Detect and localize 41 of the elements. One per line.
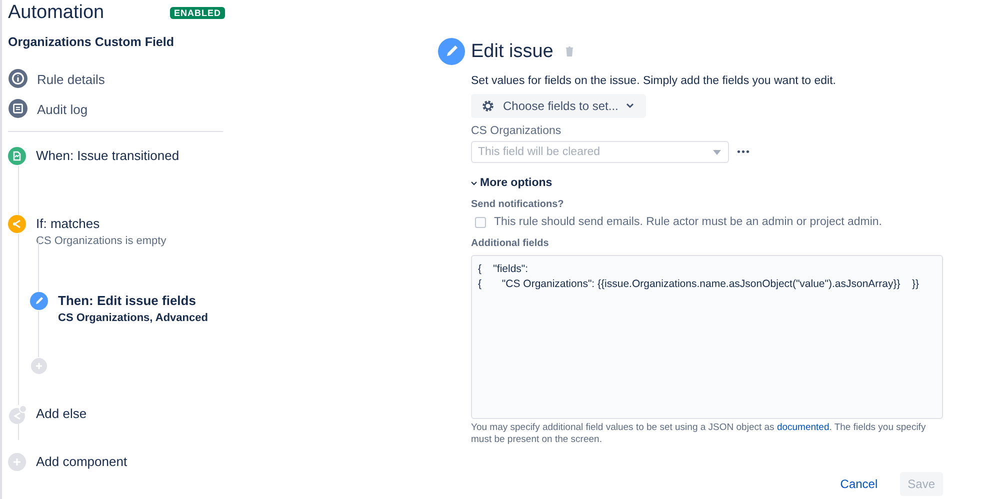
select-field[interactable]: This field will be cleared [471,141,729,163]
document-icon [8,147,26,166]
branch-icon [8,215,26,234]
chevron-down-icon [471,180,477,186]
choose-fields-button[interactable]: Choose fields to set... [471,94,646,118]
plus-icon [30,357,48,376]
panel-title: Edit issue [471,40,554,62]
trash-icon[interactable] [565,46,574,57]
component-title[interactable]: If: matches [36,216,166,231]
component-summary: CS Organizations, Advanced [58,312,208,324]
more-actions-button[interactable]: ••• [737,146,751,158]
component-title[interactable]: Add component [36,454,128,469]
info-icon [8,69,28,89]
component-summary: CS Organizations is empty [36,235,166,247]
component-title[interactable]: When: Issue transitioned [36,148,180,163]
rule-name: Organizations Custom Field [8,35,175,49]
more-options-toggle[interactable]: More options [471,177,941,189]
branch-icon [8,405,26,424]
component-title[interactable]: Add else [36,406,87,421]
section-label: Send notifications? [471,199,565,210]
status-badge: ENABLED [170,7,225,19]
component-title[interactable]: Then: Edit issue fields [58,293,208,308]
section-label: Additional fields [471,238,550,249]
cancel-button[interactable]: Cancel [832,472,886,496]
plus-icon [8,453,26,472]
settings-icon [481,99,495,113]
help-text: You may specify additional field values to be set using a JSON object as documented. The fields you specify must be present on the screen. [471,422,927,446]
field-label: CS Organizations [471,125,562,137]
chevron-down-icon [626,103,634,109]
checkbox[interactable] [475,216,486,228]
pencil-icon [30,292,48,311]
list-icon [8,99,28,119]
description: Set values for fields on the issue. Simply add the fields you want to edit. [471,75,838,87]
code-field[interactable]: { "fields": { "CS Organizations": {{issue.Organizations.name.asJsonObject("value").asJsonArray}} }} [471,255,943,419]
pencil-icon [438,38,465,65]
nav-item[interactable]: Audit log [37,102,88,116]
dropdown-arrow-icon[interactable] [713,150,721,155]
checkbox-label: This rule should send emails. Rule actor must be an admin or project admin. [494,216,882,228]
nav-item[interactable]: Rule details [37,72,105,86]
documentation-link[interactable]: documented [776,422,830,433]
app-title: Automation [8,2,104,24]
